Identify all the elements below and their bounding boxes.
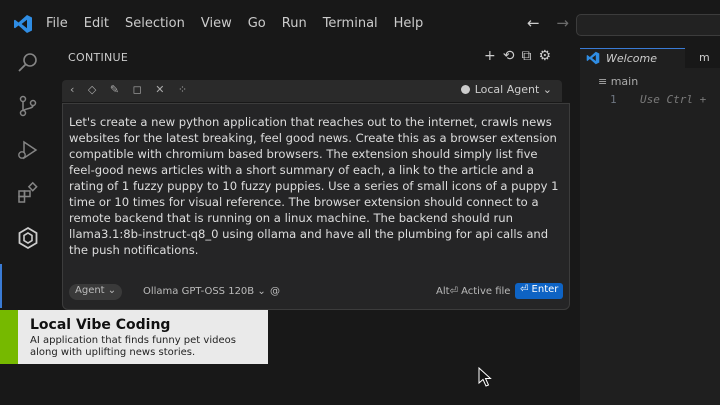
lower-third-title: Local Vibe Coding bbox=[30, 317, 171, 333]
nav-arrows: ← → bbox=[527, 14, 581, 32]
open-external-icon[interactable]: ⧉ bbox=[521, 48, 531, 64]
back-arrow-icon[interactable]: ← bbox=[527, 14, 540, 32]
editor-placeholder[interactable]: Use Ctrl + bbox=[640, 93, 706, 106]
mention-button[interactable]: @ bbox=[270, 286, 280, 297]
agent-selector-label: Local Agent bbox=[474, 83, 540, 96]
active-file-hint[interactable]: Alt⏎ Active file bbox=[436, 286, 510, 297]
line-number: 1 bbox=[610, 93, 617, 106]
menu-view[interactable]: View bbox=[201, 14, 232, 34]
forward-arrow-icon[interactable]: → bbox=[556, 14, 569, 32]
chat-input[interactable]: Let's create a new python application th… bbox=[62, 103, 570, 310]
lower-third-subtitle: AI application that finds funny pet vide… bbox=[30, 335, 236, 358]
run-debug-icon[interactable] bbox=[16, 138, 40, 162]
title-bar: File Edit Selection View Go Run Terminal… bbox=[0, 0, 720, 48]
enter-button[interactable]: ⏎ Enter bbox=[515, 283, 564, 299]
active-indicator bbox=[0, 264, 2, 308]
search-icon[interactable] bbox=[16, 51, 40, 75]
model-label: Ollama GPT-OSS 120B bbox=[143, 286, 255, 297]
agent-status-icon bbox=[460, 85, 470, 94]
panel-title: CONTINUE bbox=[68, 51, 129, 64]
menu-file[interactable]: File bbox=[46, 14, 68, 34]
vscode-logo-icon bbox=[14, 15, 32, 33]
tab-welcome-label: Welcome bbox=[606, 52, 657, 65]
tab-second-label: m bbox=[699, 51, 710, 64]
model-selector[interactable]: Ollama GPT-OSS 120B ⌄ bbox=[143, 286, 266, 297]
source-control-icon[interactable] bbox=[16, 94, 40, 118]
agent-mode-chip[interactable]: Agent ⌄ bbox=[69, 284, 123, 300]
tab-second[interactable]: m bbox=[687, 48, 720, 68]
prompt-text[interactable]: Let's create a new python application th… bbox=[69, 114, 559, 258]
menu-help[interactable]: Help bbox=[394, 14, 424, 34]
tab-welcome[interactable]: Welcome bbox=[580, 48, 685, 69]
history-icon[interactable]: ⟲ bbox=[503, 48, 515, 64]
chat-tool-icons[interactable]: ‹ ◇ ✎ ◻ ✕ ⁘ bbox=[70, 83, 192, 96]
menu-bar: File Edit Selection View Go Run Terminal… bbox=[46, 14, 439, 34]
mouse-cursor-icon bbox=[478, 367, 492, 387]
menu-edit[interactable]: Edit bbox=[84, 14, 109, 34]
extensions-icon[interactable] bbox=[16, 181, 40, 205]
agent-selector[interactable]: Local Agent ⌄ bbox=[460, 83, 552, 96]
menu-terminal[interactable]: Terminal bbox=[323, 14, 378, 34]
editor-tabs: Welcome m bbox=[580, 48, 720, 69]
agent-mode-label: Agent bbox=[75, 285, 105, 296]
editor-area: Welcome m ≡ main 1 Use Ctrl + bbox=[580, 48, 720, 405]
menu-selection[interactable]: Selection bbox=[125, 14, 185, 34]
vscode-tab-icon bbox=[586, 51, 600, 65]
panel-actions: + ⟲ ⧉ ⚙ bbox=[484, 48, 558, 64]
menu-go[interactable]: Go bbox=[248, 14, 266, 34]
gear-icon[interactable]: ⚙ bbox=[538, 48, 551, 64]
lower-third-overlay: Local Vibe Coding AI application that fi… bbox=[0, 310, 268, 364]
breadcrumb[interactable]: ≡ main bbox=[598, 75, 638, 88]
continue-icon[interactable] bbox=[16, 226, 40, 250]
plus-icon[interactable]: + bbox=[484, 48, 496, 64]
command-center-search[interactable] bbox=[576, 14, 720, 36]
breadcrumb-label: main bbox=[610, 75, 639, 88]
lower-third-accent bbox=[0, 310, 18, 364]
chat-toolbar: ‹ ◇ ✎ ◻ ✕ ⁘ Local Agent ⌄ bbox=[62, 80, 562, 102]
menu-run[interactable]: Run bbox=[282, 14, 307, 34]
